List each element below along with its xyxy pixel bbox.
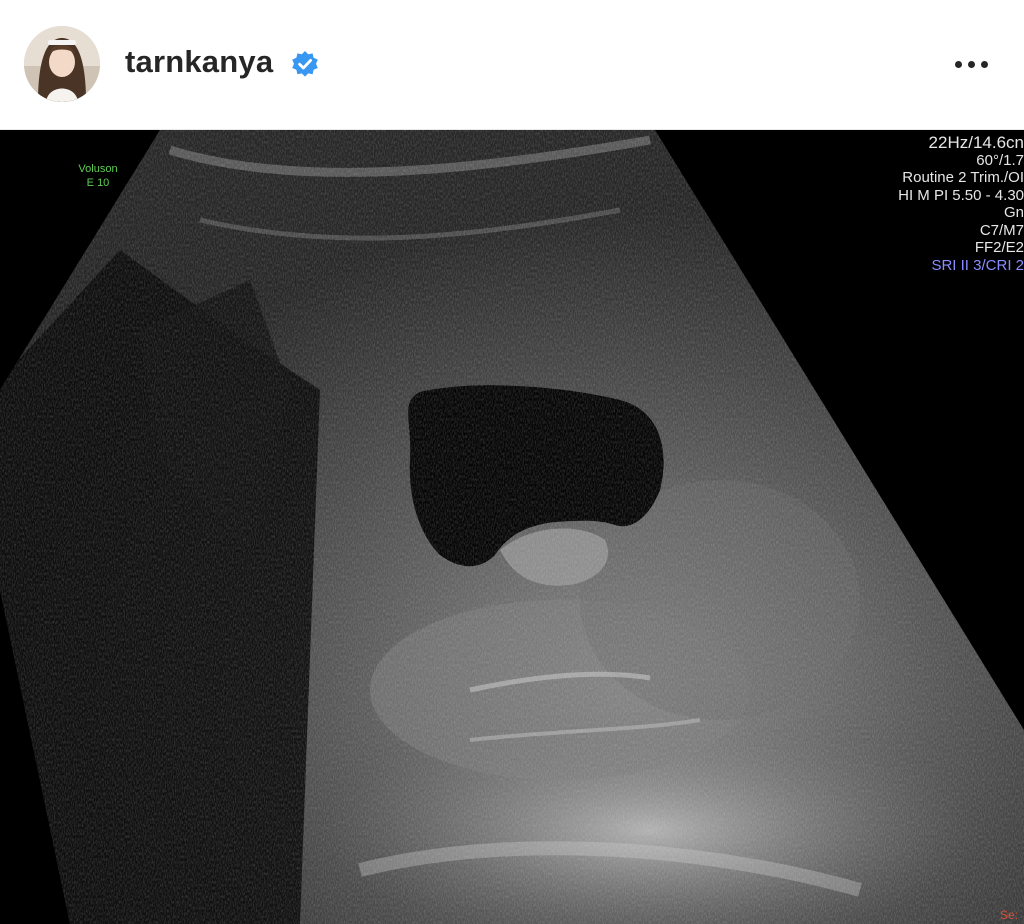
avatar[interactable] — [24, 26, 100, 102]
param-ff2: FF2/E2 — [974, 239, 1024, 256]
ultrasound-scan — [0, 130, 1024, 924]
param-sri: SRI II 3/CRI 2 — [931, 256, 1024, 274]
more-dot — [967, 60, 975, 68]
param-angle: 60°/1.7 — [976, 151, 1024, 169]
device-brand: Voluson — [78, 163, 118, 175]
username[interactable]: tarnkanya — [125, 44, 273, 80]
more-dot — [954, 60, 962, 68]
param-hi-pi: HI M PI 5.50 - 4.30 — [898, 186, 1024, 204]
profile-photo-icon — [24, 26, 100, 102]
corner-label: Se: — [999, 908, 1018, 922]
more-dot — [980, 60, 988, 68]
param-preset: Routine 2 Trim./OI — [902, 169, 1024, 186]
more-options-icon[interactable] — [945, 44, 997, 84]
post-image[interactable]: Voluson E 10 22Hz/14.6cn 60°/1.7 Routine… — [0, 130, 1024, 924]
device-model: E 10 — [86, 177, 110, 189]
post-header: tarnkanya — [0, 0, 1024, 130]
param-c7: C7/M7 — [979, 221, 1024, 239]
param-frequency-depth: 22Hz/14.6cn — [928, 133, 1024, 152]
param-gn: Gn — [1003, 204, 1024, 221]
scan-parameters: 22Hz/14.6cn 60°/1.7 Routine 2 Trim./OI H… — [898, 134, 1024, 274]
verified-badge-icon — [292, 51, 318, 77]
device-label: Voluson E 10 — [72, 162, 124, 190]
